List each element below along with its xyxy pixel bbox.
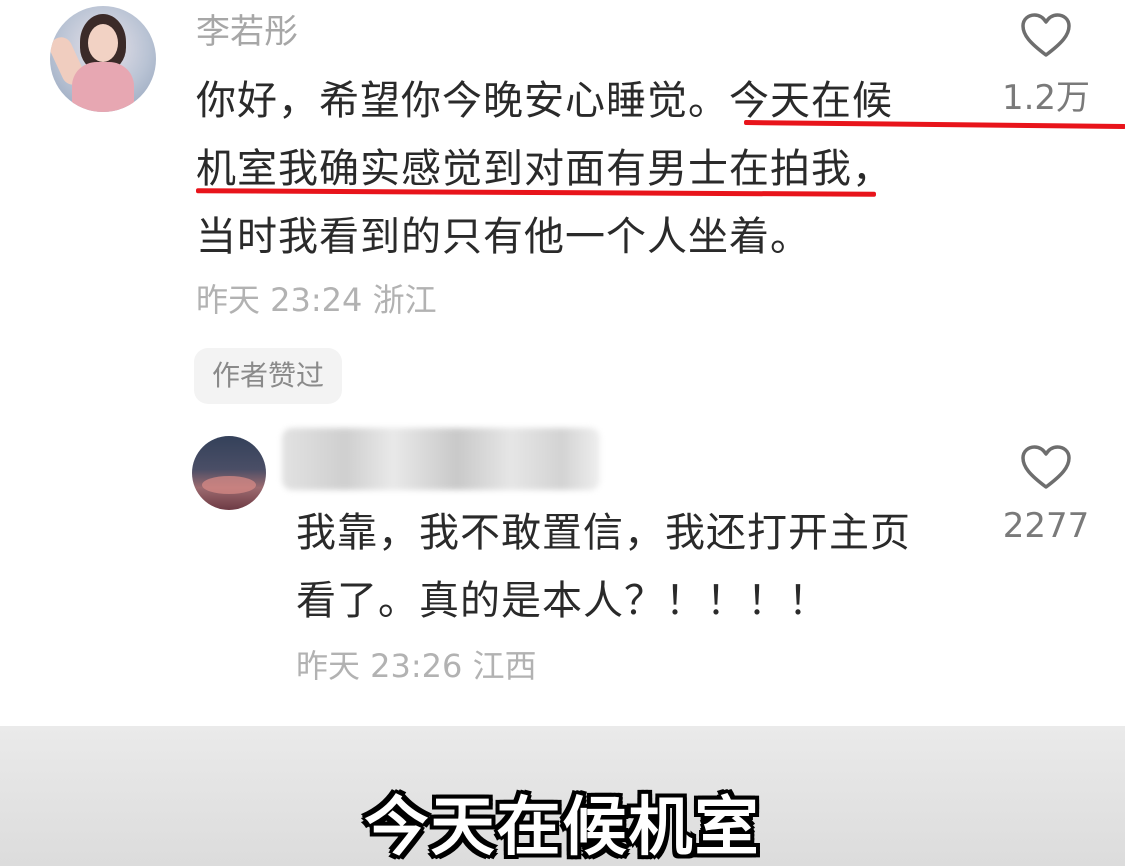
heart-outline-icon [1021,445,1071,489]
red-underline-annotation [743,120,1125,129]
blurred-username [282,428,600,490]
avatar[interactable] [50,6,156,112]
author-liked-badge: 作者赞过 [194,348,343,404]
avatar-art [202,476,256,494]
avatar-art [88,24,118,62]
avatar-art [72,62,134,112]
comment-text-line: 当时我看到的只有他一个人坐着。 [196,214,811,260]
comment-text-line: 机室我确实感觉到对面有男士在拍我， [196,146,893,192]
video-subtitle: 今天在候机室 [364,791,761,865]
reply-text-line: 看了。真的是本人？！！！！ [296,578,829,624]
comment-screen: 李若彤 你好，希望你今晚安心睡觉。今天在候 机室我确实感觉到对面有男士在拍我， … [0,0,1125,866]
heart-outline-icon [1021,13,1071,57]
reply-avatar[interactable] [192,436,266,510]
reply-text-line: 我靠，我不敢置信，我还打开主页 [296,510,911,556]
reply-meta: 昨天 23:26 江西 [296,647,537,685]
reply-like-button[interactable]: 2277 [986,444,1106,548]
like-count: 1.2万 [1001,78,1091,118]
comment-text-line: 你好，希望你今晚安心睡觉。今天在候 [196,78,893,124]
like-count: 2277 [1002,506,1090,546]
comment-username[interactable]: 李若彤 [196,10,298,54]
comment-meta: 昨天 23:24 浙江 [196,281,437,319]
like-button[interactable]: 1.2万 [986,12,1106,120]
